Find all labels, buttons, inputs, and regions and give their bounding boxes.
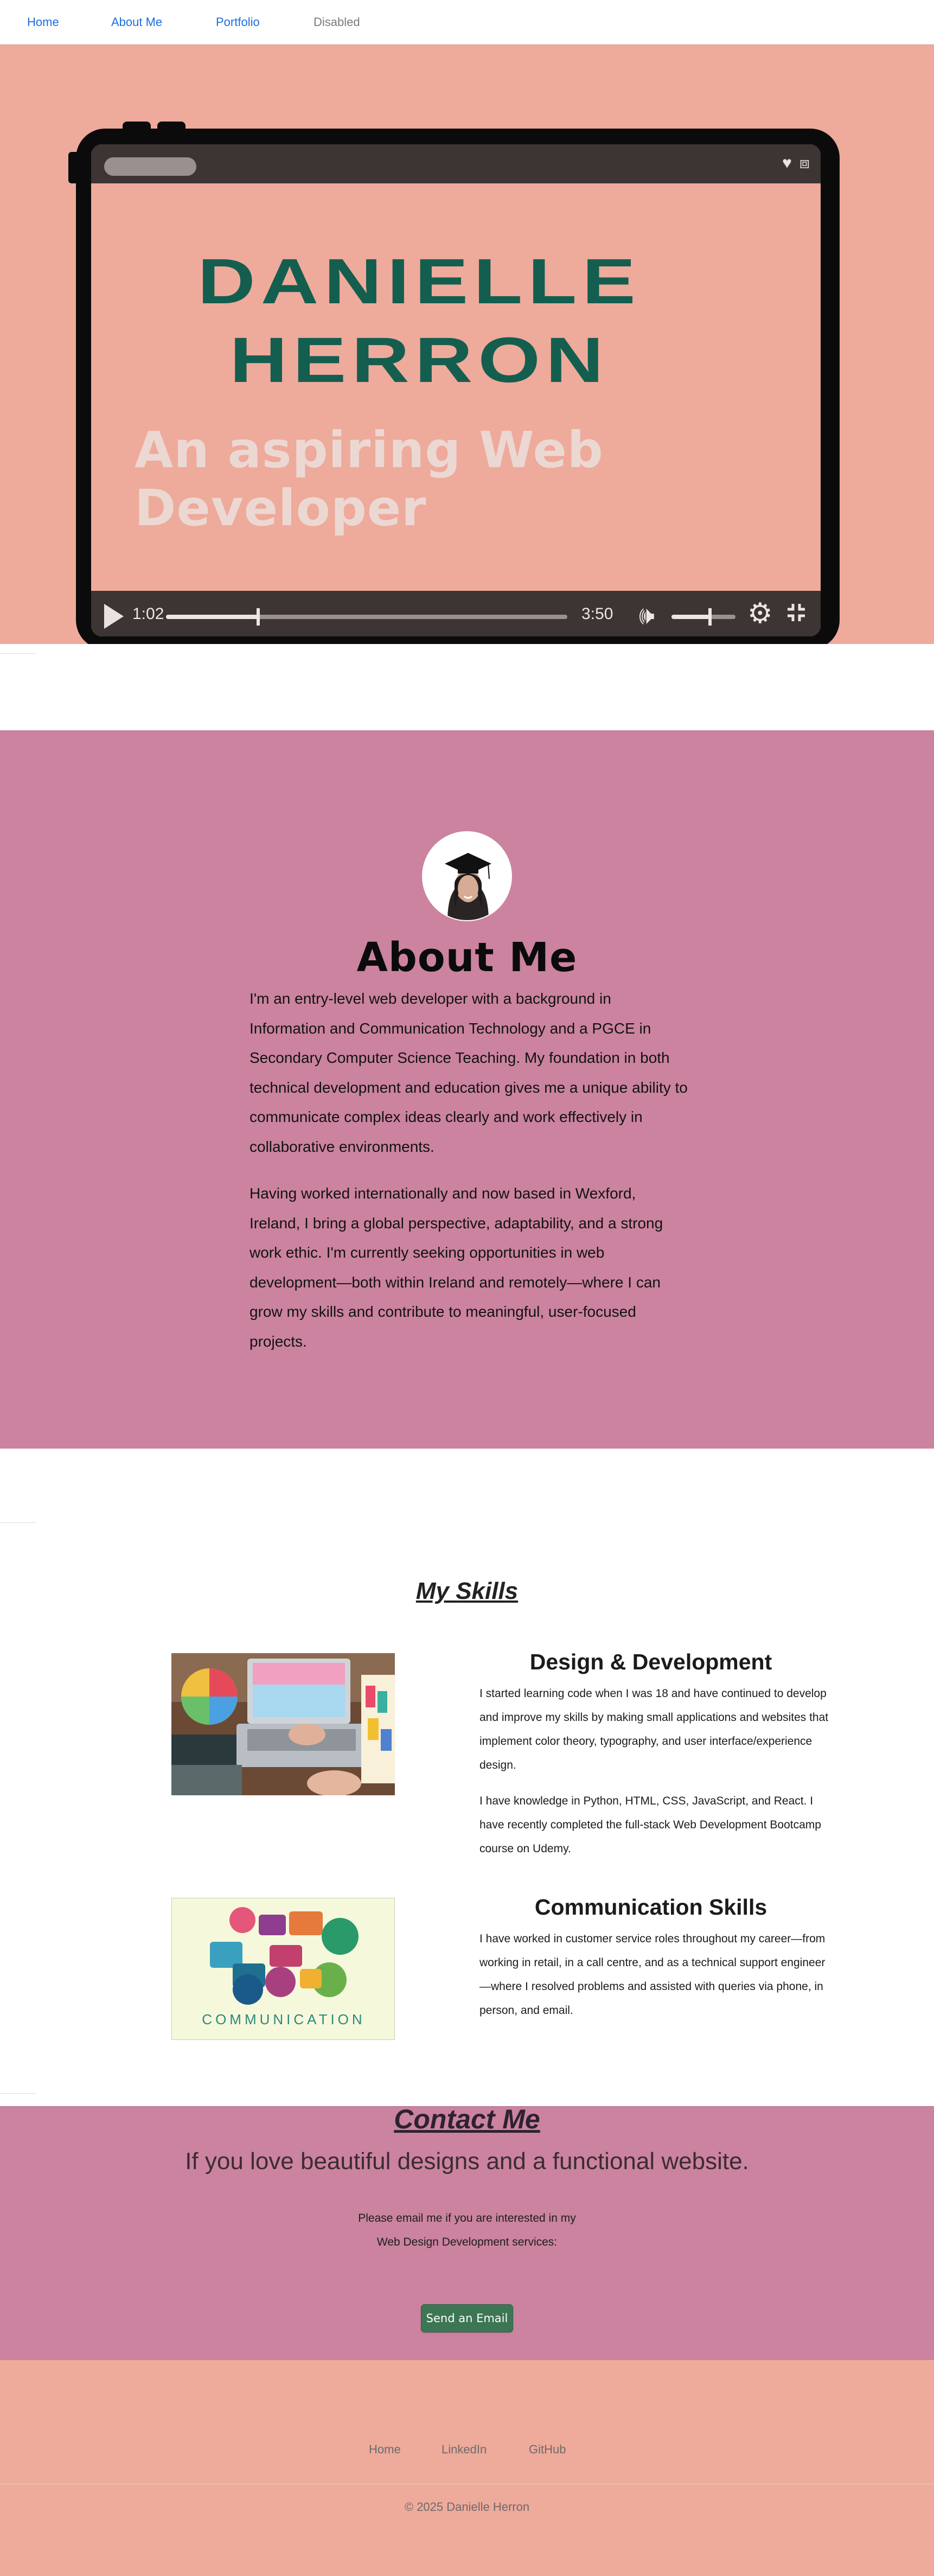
skill-heading: Design & Development	[529, 1649, 772, 1674]
skills-title: My Skills	[415, 1578, 519, 1604]
avatar	[422, 831, 512, 921]
nav-portfolio-link[interactable]: Portfolio	[216, 15, 260, 29]
skill-paragraph: I started learning code when I was 18 an…	[479, 1687, 829, 1771]
skill-paragraph: I have worked in customer service roles …	[479, 1933, 826, 2017]
progress-thumb	[257, 608, 260, 626]
footer: Home LinkedIn GitHub © 2025 Danielle Her…	[0, 2360, 934, 2576]
contact-text: Please email me if you are interested in…	[358, 2212, 576, 2224]
hero-name-first: DANIELLE	[197, 246, 641, 317]
skill-heading: Communication Skills	[534, 1895, 767, 1920]
progress-track	[166, 608, 567, 626]
nav-about-link[interactable]: About Me	[111, 15, 162, 29]
top-navbar: Home About Me Portfolio Disabled	[0, 0, 934, 44]
nav-disabled-link: Disabled	[314, 15, 360, 29]
volume-fill	[671, 615, 710, 619]
volume-thumb	[708, 608, 712, 626]
duration-time: 3:50	[581, 605, 613, 623]
footer-linkedin-link[interactable]: LinkedIn	[442, 2443, 487, 2457]
gear-icon: ⚙	[747, 598, 773, 629]
contact-title: Contact Me	[394, 2104, 540, 2134]
player-top-bar: ♥ ⧈	[91, 144, 821, 183]
footer-github-link[interactable]: GitHub	[529, 2443, 566, 2457]
communication-image: COMMUNICATION	[171, 1898, 395, 2040]
communication-image-text: COMMUNICATION	[202, 2011, 365, 2027]
volume-track	[671, 608, 735, 626]
divider	[0, 2093, 36, 2094]
share-icon: ⧈	[799, 154, 810, 172]
contact-section: Contact Me If you love beautiful designs…	[0, 2104, 934, 2360]
footer-home-link[interactable]: Home	[369, 2443, 401, 2457]
player-title-pill	[104, 157, 196, 176]
copyright: © 2025 Danielle Herron	[404, 2500, 530, 2514]
about-title: About Me	[356, 934, 578, 981]
video-player-screen: ♥ ⧈ DANIELLE HERRON An aspiring Web Deve…	[91, 144, 821, 636]
contact-subtitle: If you love beautiful designs and a func…	[185, 2148, 749, 2175]
about-paragraph: I'm an entry-level web developer with a …	[250, 990, 688, 1155]
current-time: 1:02	[132, 605, 164, 623]
send-email-button[interactable]: Send an Email	[421, 2304, 513, 2332]
progress-fill	[166, 615, 259, 619]
skill-paragraph: I have knowledge in Python, HTML, CSS, J…	[479, 1795, 821, 1855]
about-paragraph: Having worked internationally and now ba…	[250, 1185, 663, 1350]
divider	[0, 653, 36, 654]
nav-home-link[interactable]: Home	[27, 15, 59, 29]
player-control-bar: 1:02 3:50 🕪 ⚙	[91, 591, 821, 636]
fullscreen-exit-icon	[785, 598, 807, 630]
about-section: About Me I'm an entry-level web develope…	[0, 730, 934, 1449]
contact-text: Web Design Development services:	[376, 2236, 558, 2248]
hero-tagline: An aspiring Web Developer	[135, 421, 604, 537]
heart-icon: ♥	[782, 154, 792, 172]
volume-icon: 🕪	[639, 601, 655, 629]
play-icon	[104, 604, 124, 629]
design-laptop-image	[171, 1653, 395, 1795]
divider	[0, 1522, 36, 1523]
hero-section: ♥ ⧈ DANIELLE HERRON An aspiring Web Deve…	[0, 44, 934, 644]
hero-name-last: HERRON	[229, 324, 609, 396]
